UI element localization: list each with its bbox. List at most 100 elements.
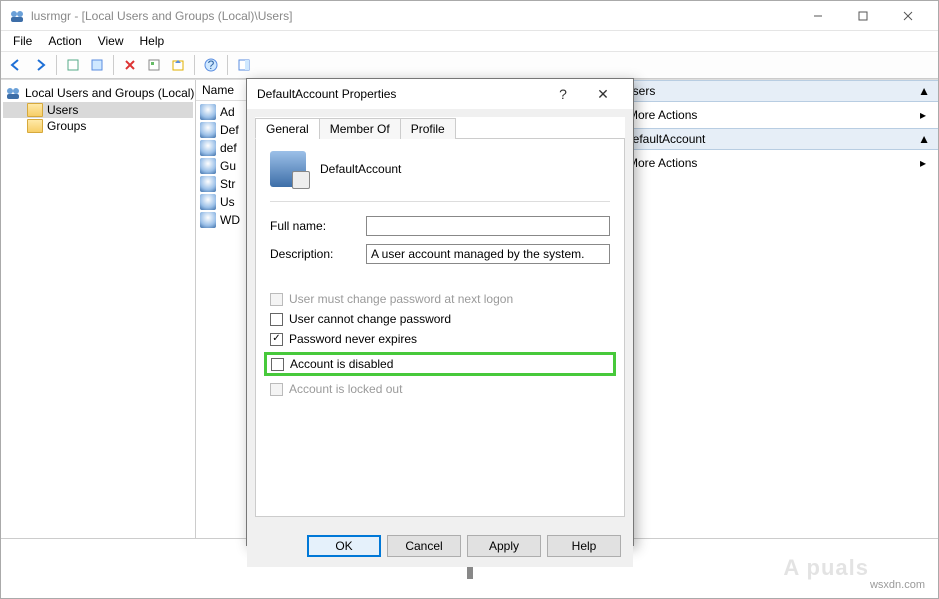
dialog-titlebar[interactable]: DefaultAccount Properties ? ✕ [247, 79, 633, 109]
chevron-up-icon: ▲ [918, 132, 930, 146]
checkbox-label: Account is locked out [289, 382, 402, 396]
menubar: File Action View Help [1, 31, 938, 51]
titlebar: lusrmgr - [Local Users and Groups (Local… [1, 1, 938, 31]
action-section-account[interactable]: DefaultAccount ▲ [616, 128, 938, 150]
tree-root[interactable]: Local Users and Groups (Local) [3, 84, 193, 102]
dialog-body: General Member Of Profile DefaultAccount… [247, 109, 633, 525]
user-icon [200, 140, 216, 156]
full-name-row: Full name: [270, 216, 610, 236]
description-label: Description: [270, 247, 366, 261]
action-more-actions[interactable]: More Actions ▸ [616, 102, 938, 128]
app-icon [9, 8, 25, 24]
checkbox-icon [271, 358, 284, 371]
checkbox-cannot-change[interactable]: User cannot change password [270, 312, 610, 326]
tree-item-users[interactable]: Users [3, 102, 193, 118]
window-controls [795, 1, 930, 30]
group-root-icon [5, 85, 21, 101]
list-item-label: Us [220, 195, 235, 209]
toolbar-separator [56, 55, 57, 75]
highlight-annotation: Account is disabled [264, 352, 616, 376]
window-title: lusrmgr - [Local Users and Groups (Local… [31, 9, 795, 23]
menu-view[interactable]: View [90, 32, 132, 50]
description-row: Description: [270, 244, 610, 264]
action-link-label: More Actions [628, 156, 697, 170]
checkbox-never-expire[interactable]: ✓ Password never expires [270, 332, 610, 346]
back-button[interactable] [5, 54, 27, 76]
tabstrip: General Member Of Profile [255, 117, 625, 139]
description-input[interactable] [366, 244, 610, 264]
options-button[interactable] [143, 54, 165, 76]
checkbox-label: Account is disabled [290, 357, 393, 371]
dialog-close-button[interactable]: ✕ [583, 79, 623, 109]
toolbar-separator [113, 55, 114, 75]
minimize-button[interactable] [795, 1, 840, 30]
checkbox-icon: ✓ [270, 333, 283, 346]
checkbox-disabled[interactable]: Account is disabled [271, 357, 609, 371]
watermark-logo: A puals [783, 555, 869, 581]
checkbox-label: User must change password at next logon [289, 292, 513, 306]
list-item-label: Str [220, 177, 235, 191]
divider [270, 201, 610, 202]
dialog-title: DefaultAccount Properties [257, 87, 543, 101]
tab-memberof[interactable]: Member Of [319, 118, 401, 139]
menu-help[interactable]: Help [132, 32, 173, 50]
folder-icon [27, 103, 43, 117]
menu-file[interactable]: File [5, 32, 40, 50]
checkbox-must-change: User must change password at next logon [270, 292, 610, 306]
user-icon [200, 212, 216, 228]
checkbox-icon [270, 313, 283, 326]
account-header: DefaultAccount [270, 151, 610, 187]
user-icon [200, 158, 216, 174]
maximize-button[interactable] [840, 1, 885, 30]
action-link-label: More Actions [628, 108, 697, 122]
list-item-label: Def [220, 123, 239, 137]
checkbox-label: User cannot change password [289, 312, 451, 326]
toolbar: ? [1, 51, 938, 79]
checkbox-locked: Account is locked out [270, 382, 610, 396]
chevron-up-icon: ▲ [918, 84, 930, 98]
help-button[interactable]: Help [547, 535, 621, 557]
full-name-label: Full name: [270, 219, 366, 233]
tab-page-general: DefaultAccount Full name: Description: U… [255, 139, 625, 517]
list-item-label: def [220, 141, 237, 155]
chevron-right-icon: ▸ [920, 156, 926, 170]
account-icon [270, 151, 306, 187]
watermark-text: wsxdn.com [870, 579, 925, 591]
properties-button[interactable] [86, 54, 108, 76]
action-button[interactable] [62, 54, 84, 76]
tree-pane: Local Users and Groups (Local) Users Gro… [1, 80, 196, 538]
tab-profile[interactable]: Profile [400, 118, 456, 139]
action-head-label: DefaultAccount [624, 132, 705, 146]
user-icon [200, 104, 216, 120]
tree-groups-label: Groups [47, 119, 86, 133]
tree-root-label: Local Users and Groups (Local) [25, 86, 194, 100]
dialog-button-row: OK Cancel Apply Help [247, 525, 633, 567]
checkbox-icon [270, 293, 283, 306]
action-more-actions[interactable]: More Actions ▸ [616, 150, 938, 176]
checkbox-label: Password never expires [289, 332, 417, 346]
dialog-help-button[interactable]: ? [543, 79, 583, 109]
cancel-button[interactable]: Cancel [387, 535, 461, 557]
full-name-input[interactable] [366, 216, 610, 236]
help-button[interactable]: ? [200, 54, 222, 76]
apply-button[interactable]: Apply [467, 535, 541, 557]
show-hide-pane-button[interactable] [233, 54, 255, 76]
forward-button[interactable] [29, 54, 51, 76]
tab-general[interactable]: General [255, 118, 320, 139]
user-icon [200, 194, 216, 210]
ok-button[interactable]: OK [307, 535, 381, 557]
svg-text:?: ? [208, 58, 215, 72]
chevron-right-icon: ▸ [920, 108, 926, 122]
close-button[interactable] [885, 1, 930, 30]
tree-users-label: Users [47, 103, 78, 117]
action-pane: Users ▲ More Actions ▸ DefaultAccount ▲ … [616, 80, 938, 538]
export-button[interactable] [167, 54, 189, 76]
toolbar-separator [194, 55, 195, 75]
menu-action[interactable]: Action [40, 32, 89, 50]
folder-icon [27, 119, 43, 133]
action-section-users[interactable]: Users ▲ [616, 80, 938, 102]
delete-button[interactable] [119, 54, 141, 76]
checkbox-icon [270, 383, 283, 396]
account-name: DefaultAccount [320, 162, 401, 176]
tree-item-groups[interactable]: Groups [3, 118, 193, 134]
